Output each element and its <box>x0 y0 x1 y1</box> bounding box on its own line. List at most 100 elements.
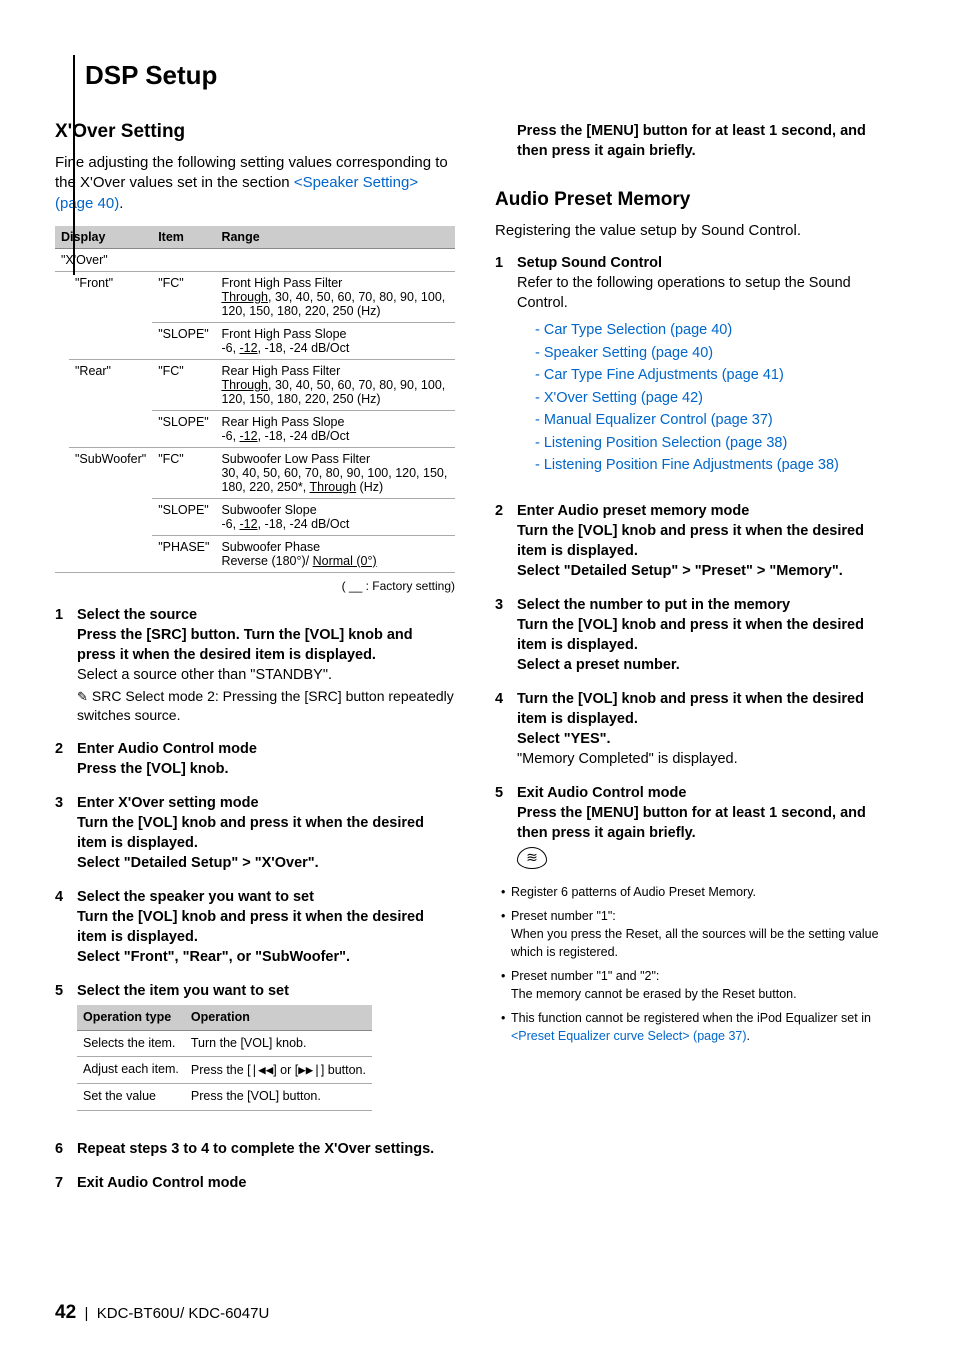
step-title: Select the item you want to set <box>77 983 289 999</box>
intro-post: . <box>119 195 123 212</box>
step-plain: Select a source other than "STANDBY". <box>77 667 332 683</box>
sub-slope-item: "SLOPE" <box>152 498 215 535</box>
link-speaker-setting[interactable]: Speaker Setting (page 40) <box>544 345 713 361</box>
left-column: X'Over Setting Fine adjusting the follow… <box>55 121 455 1193</box>
link-manual-eq[interactable]: Manual Equalizer Control (page 37) <box>544 412 773 428</box>
note-sub: The memory cannot be erased by the Reset… <box>511 987 797 1001</box>
step-4: 4 Select the speaker you want to set Tur… <box>55 887 455 967</box>
front-fc-range: Front High Pass Filter Through, 30, 40, … <box>215 271 455 322</box>
range-pre: -6, <box>221 429 239 443</box>
step-bold2-pre: Select "Detailed Setup" <box>77 855 242 871</box>
bold2-pre: Select "Detailed Setup" <box>517 563 682 579</box>
front-fc-item: "FC" <box>152 271 215 322</box>
note-item: Register 6 patterns of Audio Preset Memo… <box>501 883 895 901</box>
op-text: ] button. <box>321 1063 366 1077</box>
xover-table: Display Item Range "X'Over" "Front" "FC"… <box>55 226 455 573</box>
th-display: Display <box>55 226 152 249</box>
step-num: 1 <box>495 253 509 486</box>
op-text: Press the [ <box>191 1063 251 1077</box>
step-num: 4 <box>495 689 509 769</box>
note-item: Preset number "1": When you press the Re… <box>501 907 895 961</box>
note-text: This function cannot be registered when … <box>511 1011 871 1025</box>
cont-bold: Press the [MENU] button for at least 1 s… <box>517 123 866 159</box>
step-title: Enter X'Over setting mode <box>77 795 259 811</box>
step-bold: Turn the [VOL] knob and press it when th… <box>77 815 424 851</box>
audio-preset-intro: Registering the value setup by Sound Con… <box>495 221 895 241</box>
next-track-icon: ▶▶| <box>298 1062 321 1077</box>
step-num: 2 <box>495 501 509 581</box>
step-bold2: Select "YES". <box>517 731 611 747</box>
step-bold: Press the [MENU] button for at least 1 s… <box>517 805 866 841</box>
note-text: Preset number "1" and "2": <box>511 969 659 983</box>
step-bold2: Select "Front", "Rear", or "SubWoofer". <box>77 949 350 965</box>
rear-slope-item: "SLOPE" <box>152 410 215 447</box>
note-icon <box>517 847 547 869</box>
op-row: Adjust each item. <box>77 1057 185 1084</box>
row-subwoofer: "SubWoofer" <box>69 447 152 572</box>
range-rest: , -18, -24 dB/Oct <box>258 517 350 531</box>
op-row: Turn the [VOL] knob. <box>185 1030 372 1056</box>
range-rest: , -18, -24 dB/Oct <box>258 429 350 443</box>
note-text: . <box>747 1029 750 1043</box>
right-step-3: 3 Select the number to put in the memory… <box>495 595 895 675</box>
th-range: Range <box>215 226 455 249</box>
row-front: "Front" <box>69 271 152 359</box>
front-slope-range: Front High Pass Slope -6, -12, -18, -24 … <box>215 322 455 359</box>
step-plain: "Memory Completed" is displayed. <box>517 751 738 767</box>
range-default: -12 <box>240 517 258 531</box>
rear-fc-range: Rear High Pass Filter Through, 30, 40, 5… <box>215 359 455 410</box>
step-title: Setup Sound Control <box>517 255 662 271</box>
step-6: 6 Repeat steps 3 to 4 to complete the X'… <box>55 1139 455 1159</box>
range-default: Through <box>221 290 268 304</box>
range-title: Front High Pass Filter <box>221 276 342 290</box>
link-car-type-selection[interactable]: Car Type Selection (page 40) <box>544 322 732 338</box>
xover-intro: Fine adjusting the following setting val… <box>55 153 455 214</box>
step-bold: Turn the [VOL] knob and press it when th… <box>517 523 864 559</box>
step-num: 3 <box>55 793 69 873</box>
range-post: (Hz) <box>356 480 383 494</box>
th-op-type: Operation type <box>77 1005 185 1031</box>
range-default: -12 <box>240 429 258 443</box>
range-title: Rear High Pass Slope <box>221 415 344 429</box>
note-item: This function cannot be registered when … <box>501 1009 895 1045</box>
step-title: Turn the [VOL] knob and press it when th… <box>517 691 864 727</box>
step-3: 3 Enter X'Over setting mode Turn the [VO… <box>55 793 455 873</box>
link-listening-pos-fine[interactable]: Listening Position Fine Adjustments (pag… <box>544 457 839 473</box>
link-car-type-fine[interactable]: Car Type Fine Adjustments (page 41) <box>544 367 784 383</box>
link-listening-pos[interactable]: Listening Position Selection (page 38) <box>544 435 787 451</box>
op-row: Press the [VOL] button. <box>185 1084 372 1110</box>
step-5: 5 Select the item you want to set Operat… <box>55 981 455 1125</box>
arrow-icon: > <box>242 855 250 871</box>
range-title: Subwoofer Phase <box>221 540 320 554</box>
range-title: Subwoofer Low Pass Filter <box>221 452 370 466</box>
continuation-block: Press the [MENU] button for at least 1 s… <box>495 121 895 161</box>
op-row: Set the value <box>77 1084 185 1110</box>
step-num: 3 <box>495 595 509 675</box>
step-num: 5 <box>495 783 509 869</box>
step-7: 7 Exit Audio Control mode <box>55 1173 455 1193</box>
section-bar <box>73 55 75 275</box>
sub-phase-range: Subwoofer Phase Reverse (180°)/ Normal (… <box>215 535 455 572</box>
step-bold2-post: "X'Over". <box>251 855 319 871</box>
operation-table: Operation type Operation Selects the ite… <box>77 1005 372 1111</box>
step-bold: Turn the [VOL] knob and press it when th… <box>517 617 864 653</box>
note-text: Preset number "1": <box>511 909 616 923</box>
link-preset-eq-curve[interactable]: <Preset Equalizer curve Select> (page 37… <box>511 1029 747 1043</box>
front-slope-item: "SLOPE" <box>152 322 215 359</box>
step-bold: Press the [SRC] button. Turn the [VOL] k… <box>77 627 413 663</box>
right-column: Press the [MENU] button for at least 1 s… <box>495 121 895 1193</box>
link-xover-setting[interactable]: X'Over Setting (page 42) <box>544 390 703 406</box>
link-list: Car Type Selection (page 40) Speaker Set… <box>535 319 895 476</box>
bold2-mid: "Preset" <box>691 563 757 579</box>
op-row: Selects the item. <box>77 1030 185 1056</box>
range-rest: , -18, -24 dB/Oct <box>258 341 350 355</box>
arrow-icon: > <box>682 563 690 579</box>
sub-fc-item: "FC" <box>152 447 215 498</box>
step-bold2: Select a preset number. <box>517 657 680 673</box>
step-plain: Refer to the following operations to set… <box>517 275 851 311</box>
step-1: 1 Select the source Press the [SRC] butt… <box>55 605 455 725</box>
range-title: Front High Pass Slope <box>221 327 346 341</box>
sub-phase-item: "PHASE" <box>152 535 215 572</box>
step-title: Enter Audio Control mode <box>77 741 257 757</box>
range-default: Normal (0°) <box>313 554 377 568</box>
